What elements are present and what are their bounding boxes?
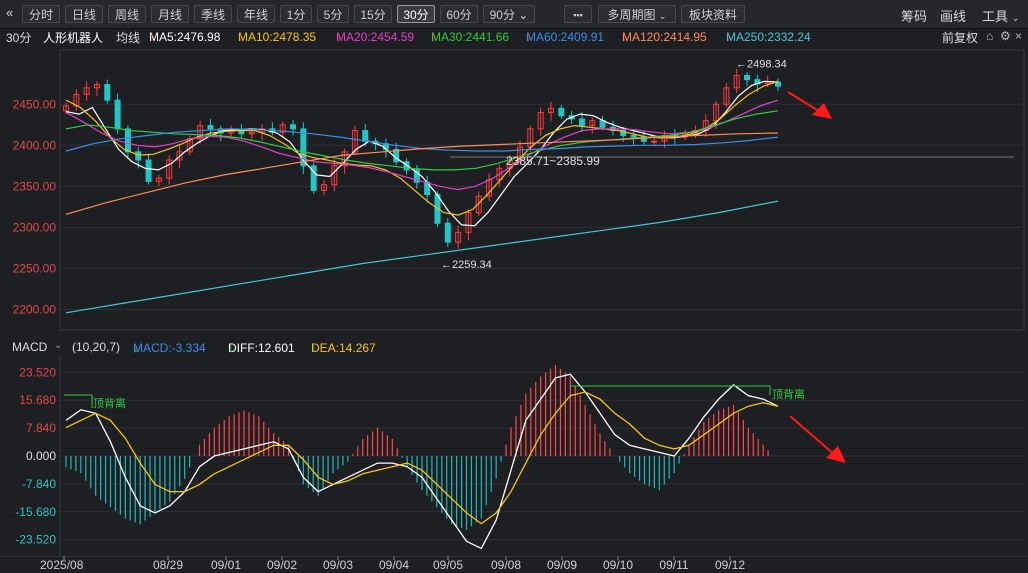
candle-body (744, 75, 751, 81)
settings-icon[interactable]: ⚙ (1000, 29, 1011, 43)
period-label: 30分 (6, 31, 32, 45)
x-tick-label: 09/12 (715, 558, 745, 572)
collapse-icon[interactable]: « (6, 5, 13, 20)
y-tick-label: 2400.00 (13, 138, 57, 152)
ma-line-ma5 (65, 80, 779, 227)
y-tick-label: 2300.00 (13, 220, 57, 234)
period-button-11[interactable]: 90分 ⌄ (483, 5, 535, 23)
trend-arrow-line (789, 415, 837, 457)
x-axis: 2025/08 08/29 09/01 09/02 09/03 09/04 09/05 09/… (0, 556, 1028, 572)
y-tick-label: 2200.00 (13, 302, 57, 316)
sector-info-button[interactable]: 板块资料 (681, 5, 745, 23)
mid-annotation: 2385.71~2385.99 (506, 154, 600, 168)
divergence-marker (570, 385, 771, 395)
multi-period-label: 多周期图 (607, 8, 656, 22)
period-button-5[interactable]: 年线 (237, 5, 275, 23)
ma-line-ma30 (65, 110, 779, 171)
multi-period-button[interactable]: 多周期图 ⌄ (598, 5, 676, 23)
lock-icon[interactable]: ⌂ (986, 29, 993, 43)
y-tick-label: 2450.00 (13, 97, 57, 111)
macd-info-bar: MACD ⌄ (10,20,7) MACD:-3.334 ↓ DIFF:12.60… (12, 340, 376, 355)
plot-frame (59, 49, 1025, 331)
low-annotation: ←2259.34 (441, 259, 492, 271)
x-tick-label: 09/02 (267, 558, 297, 572)
y-tick-label: -15.680 (15, 505, 56, 519)
candle-body (444, 222, 451, 243)
x-tick-label: 09/09 (547, 558, 577, 572)
ma-label[interactable]: 均线 (116, 29, 140, 46)
candle-body (145, 159, 152, 182)
divergence-label: 顶背离 (93, 396, 126, 410)
chevron-down-icon: ⌄ (1011, 13, 1020, 23)
candle-body (630, 134, 637, 138)
candle-body (775, 81, 781, 87)
divergence-label: 顶背离 (772, 387, 805, 401)
chip-button[interactable]: 筹码 (901, 6, 927, 25)
high-annotation: ←2498.34 (736, 59, 787, 71)
chevron-down-icon[interactable]: ⌄ (54, 340, 62, 351)
divergence-marker (64, 394, 93, 408)
ma-line-ma250 (65, 200, 779, 314)
period-button-9[interactable]: 30分 (397, 5, 435, 23)
adjust-label[interactable]: 前复权 (942, 29, 978, 46)
y-tick-label: 15.680 (19, 393, 56, 407)
tools-button[interactable]: 工具 ⌄ (982, 6, 1019, 25)
candle-body (558, 107, 565, 117)
period-button-1[interactable]: 日线 (65, 5, 103, 23)
x-tick-label: 09/03 (323, 558, 353, 572)
candle-body (578, 118, 585, 127)
tools-label: 工具 (982, 9, 1009, 24)
y-tick-label: 2350.00 (13, 179, 57, 193)
trend-arrow-line (787, 91, 823, 114)
macd-name[interactable]: MACD (12, 340, 47, 354)
toolbar: « 分时 日线 周线 月线 季线 年线 1分 5分 15分 30分 60分 90分 ⌄ ▪▪▪ 多周期… (0, 0, 1028, 29)
period-button-3[interactable]: 月线 (151, 5, 189, 23)
macd-params: (10,20,7) (72, 340, 121, 354)
y-tick-label: 2250.00 (13, 261, 57, 275)
macd-chart[interactable]: 23.520 15.680 7.840 0.000 -7.840 -15.680 -23.5… (0, 356, 1028, 556)
trend-arrow-head (812, 103, 832, 119)
candle-body (104, 84, 111, 101)
candle-body (207, 125, 214, 130)
candlestick-chart[interactable]: 2450.00 2400.00 2350.00 2300.00 2250.00 2200.… (0, 45, 1028, 335)
period-button-0[interactable]: 分时 (22, 5, 60, 23)
period-button-2[interactable]: 周线 (108, 5, 146, 23)
y-tick-label: 0.000 (26, 449, 56, 463)
chevron-down-icon: ⌄ (658, 11, 667, 21)
x-tick-label: 09/01 (211, 558, 241, 572)
x-tick-label: 2025/08 (40, 558, 84, 572)
y-tick-label: 23.520 (19, 365, 56, 379)
info-bar: 30分 人形机器人 均线 MA5:2476.98 ↑ MA10:2478.35 ↑ … (6, 29, 1023, 46)
period-button-8[interactable]: 15分 (354, 5, 392, 23)
period-button-7[interactable]: 5分 (317, 5, 349, 23)
draw-line-button[interactable]: 画线 (940, 6, 966, 25)
x-tick-label: 09/05 (433, 558, 463, 572)
y-tick-label: 7.840 (26, 421, 56, 435)
x-tick-label: 08/29 (153, 558, 183, 572)
x-tick-label: 09/08 (491, 558, 521, 572)
trend-arrow-head (826, 446, 846, 463)
x-tick-label: 09/10 (603, 558, 633, 572)
y-tick-label: -7.840 (22, 477, 56, 491)
close-icon[interactable]: × (1015, 29, 1022, 43)
period-button-6[interactable]: 1分 (280, 5, 312, 23)
x-tick-label: 09/11 (659, 558, 688, 572)
period-button-10[interactable]: 60分 (440, 5, 478, 23)
candle-body (290, 124, 297, 130)
x-tick-label: 09/04 (379, 558, 409, 572)
candle-body (114, 99, 121, 130)
stock-name: 人形机器人 (43, 31, 104, 45)
y-tick-label: -23.520 (15, 533, 56, 547)
period-button-4[interactable]: 季线 (194, 5, 232, 23)
candle-body (651, 140, 658, 143)
candle-body (124, 128, 131, 153)
candle-body (135, 151, 142, 161)
candle-body (362, 130, 369, 142)
more-button[interactable]: ▪▪▪ (564, 5, 592, 23)
